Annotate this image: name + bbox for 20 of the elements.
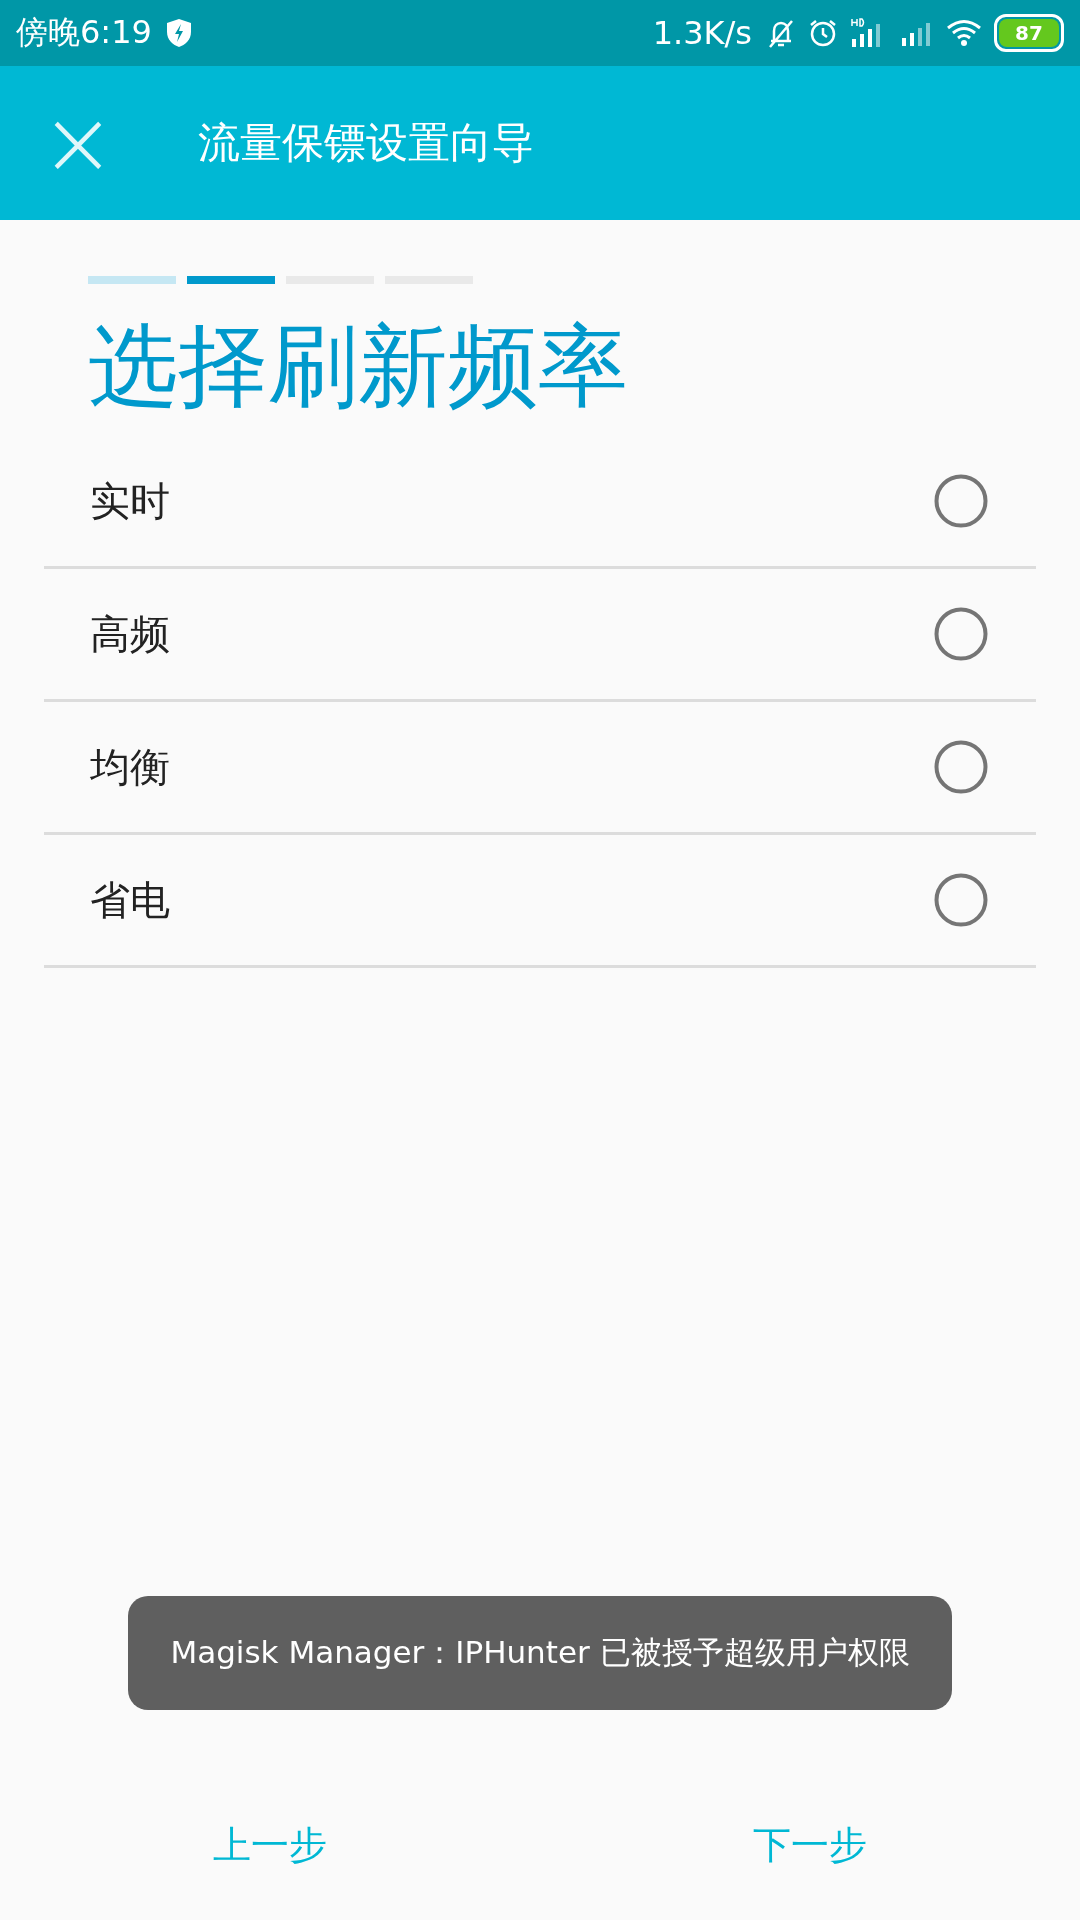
option-label: 实时 bbox=[90, 476, 170, 526]
option-label: 省电 bbox=[90, 875, 170, 925]
page-heading: 选择刷新频率 bbox=[88, 312, 629, 420]
nav-button[interactable]: 上一步 bbox=[193, 1809, 347, 1881]
network-speed: 1.3K/s bbox=[652, 14, 752, 52]
shield-icon bbox=[165, 18, 192, 48]
radio-button[interactable] bbox=[934, 607, 988, 661]
option-label: 高频 bbox=[90, 609, 170, 659]
radio-button[interactable] bbox=[934, 873, 988, 927]
screen-title: 流量保镖设置向导 bbox=[198, 117, 534, 169]
alarm-icon bbox=[808, 18, 838, 48]
status-time: 傍晚6:19 bbox=[16, 12, 152, 53]
nav-button[interactable]: 下一步 bbox=[733, 1809, 887, 1881]
wifi-icon bbox=[946, 19, 982, 47]
option-label: 均衡 bbox=[90, 742, 170, 792]
radio-button[interactable] bbox=[934, 474, 988, 528]
toast-message: Magisk Manager：IPHunter 已被授予超级用户权限 bbox=[128, 1596, 952, 1710]
radio-button[interactable] bbox=[934, 740, 988, 794]
battery-icon: 87 bbox=[994, 14, 1064, 52]
close-button[interactable]: × bbox=[38, 98, 118, 188]
